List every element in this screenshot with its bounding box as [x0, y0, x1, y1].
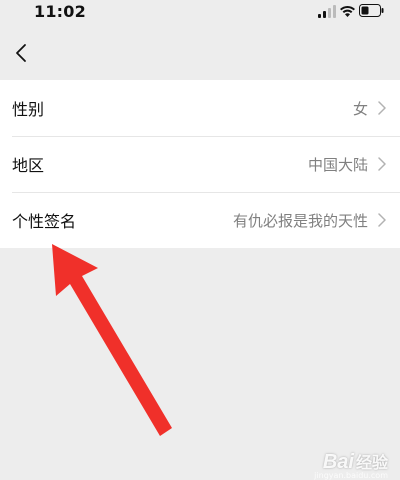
arrow-shape — [52, 244, 172, 436]
chevron-right-icon — [378, 101, 386, 115]
wifi-icon — [340, 5, 355, 17]
back-button[interactable] — [6, 38, 36, 68]
watermark-url: jingyan.baidu.com — [314, 471, 388, 480]
chevron-right-icon — [378, 157, 386, 171]
row-region[interactable]: 地区 中国大陆 — [0, 136, 400, 192]
battery-icon — [359, 4, 384, 17]
row-value: 中国大陆 — [307, 155, 368, 174]
row-value: 女 — [352, 99, 368, 118]
nav-bar — [0, 26, 400, 80]
settings-list: 性别 女 地区 中国大陆 个性签名 有仇必报是我的天性 — [0, 80, 400, 248]
status-bar: 11:02 — [0, 0, 400, 26]
row-gender[interactable]: 性别 女 — [0, 80, 400, 136]
row-value: 有仇必报是我的天性 — [232, 211, 368, 230]
watermark-text: 经验 — [355, 455, 388, 472]
row-label: 性别 — [12, 100, 45, 119]
row-label: 地区 — [12, 156, 45, 175]
row-label: 个性签名 — [12, 212, 77, 231]
chevron-right-icon — [378, 213, 386, 227]
signal-icon — [318, 5, 336, 18]
status-time: 11:02 — [34, 2, 86, 21]
chevron-left-icon — [16, 44, 26, 62]
row-signature[interactable]: 个性签名 有仇必报是我的天性 — [0, 192, 400, 248]
